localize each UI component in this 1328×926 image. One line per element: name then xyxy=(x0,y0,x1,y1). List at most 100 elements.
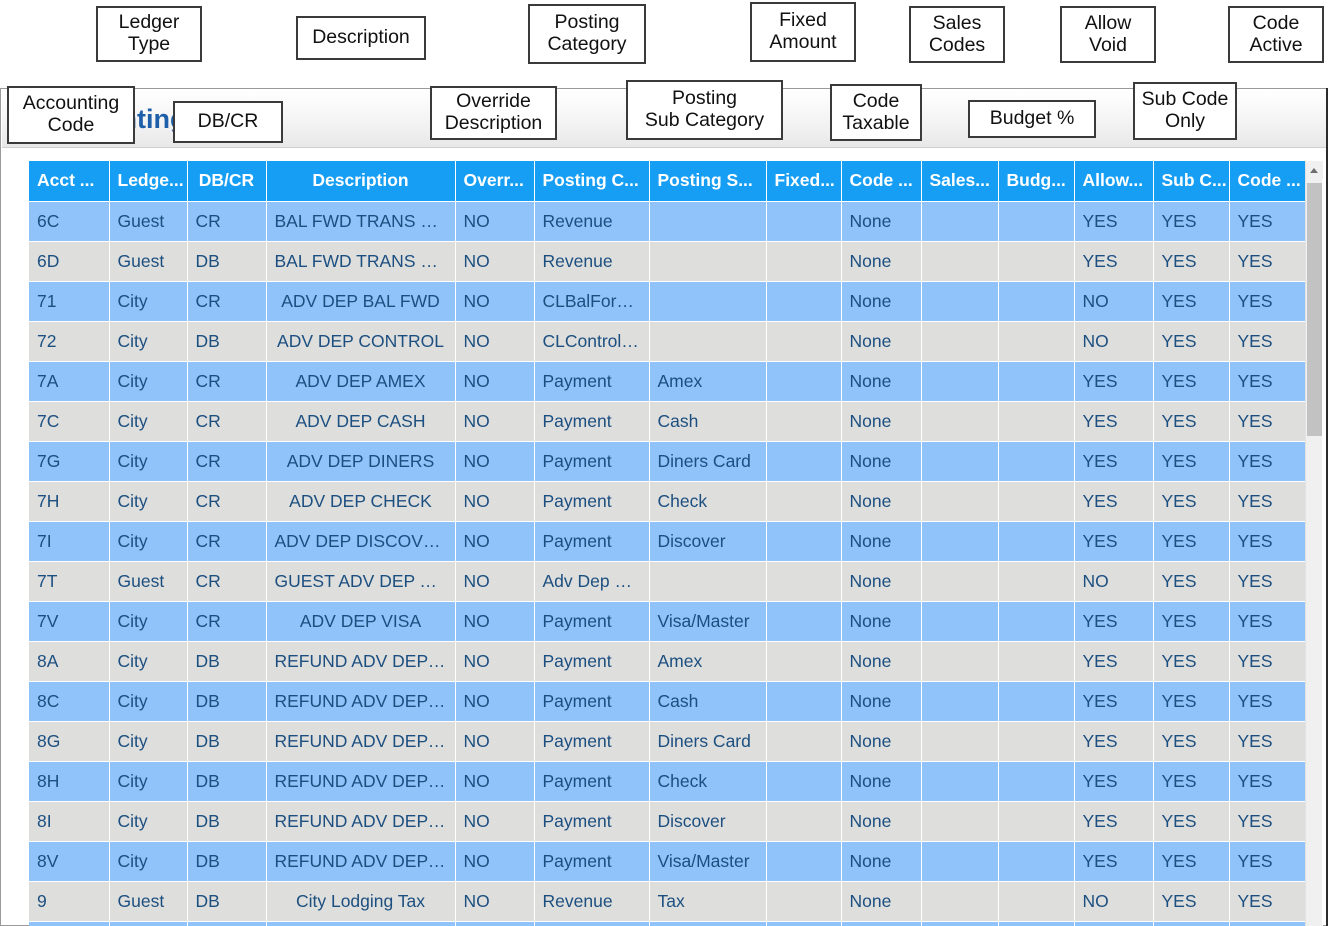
cell-fixed[interactable] xyxy=(766,441,842,482)
cell-postsub[interactable] xyxy=(649,241,767,282)
cell-fixed[interactable] xyxy=(766,481,842,522)
cell-desc[interactable]: ADV DEP DISCOVER xyxy=(266,521,456,562)
cell-acct[interactable]: 9 xyxy=(29,881,110,922)
cell-dbcr[interactable]: DB xyxy=(187,841,267,882)
cell-ledger[interactable]: City xyxy=(109,801,188,842)
cell-fixed[interactable] xyxy=(766,841,842,882)
cell-subcode[interactable]: YES xyxy=(1153,361,1230,402)
column-header-codetax[interactable]: Code ... xyxy=(841,161,922,202)
cell-codeactive[interactable]: YES xyxy=(1229,601,1307,642)
cell-allowvoid[interactable]: NO xyxy=(1074,281,1154,322)
cell-sales[interactable] xyxy=(921,441,999,482)
cell-fixed[interactable] xyxy=(766,281,842,322)
cell-acct[interactable]: 6C xyxy=(29,201,110,242)
cell-codeactive[interactable]: YES xyxy=(1229,441,1307,482)
column-header-override[interactable]: Overr... xyxy=(455,161,535,202)
cell-postcat[interactable]: Payment xyxy=(534,401,650,442)
cell-desc[interactable]: City Lodging Tax xyxy=(266,881,456,922)
cell-acct[interactable]: 71 xyxy=(29,281,110,322)
cell-subcode[interactable]: YES xyxy=(1153,441,1230,482)
cell-ledger[interactable]: City xyxy=(109,601,188,642)
cell-sales[interactable] xyxy=(921,481,999,522)
cell-fixed[interactable] xyxy=(766,761,842,802)
cell-codeactive[interactable]: YES xyxy=(1229,721,1307,762)
cell-acct[interactable]: 7I xyxy=(29,521,110,562)
vertical-scrollbar[interactable] xyxy=(1305,161,1323,926)
cell-override[interactable]: NO xyxy=(455,201,535,242)
cell-postcat[interactable]: Payment xyxy=(534,761,650,802)
cell-dbcr[interactable]: DB xyxy=(187,801,267,842)
cell-acct[interactable]: 7A xyxy=(29,361,110,402)
cell-allowvoid[interactable]: YES xyxy=(1074,761,1154,802)
cell-postcat[interactable]: CLBalForward xyxy=(534,281,650,322)
cell-budget[interactable] xyxy=(998,201,1075,242)
cell-allowvoid[interactable]: NO xyxy=(1074,881,1154,922)
cell-desc[interactable]: BAL FWD TRANS CR... xyxy=(266,201,456,242)
table-row[interactable]: 9 Guest DB City Lodging Tax NO Revenue Tax None… xyxy=(29,881,1307,922)
cell-codetax[interactable]: None xyxy=(841,601,922,642)
cell-ledger[interactable]: City xyxy=(109,681,188,722)
cell-override[interactable]: NO xyxy=(455,721,535,762)
cell-allowvoid[interactable]: YES xyxy=(1074,681,1154,722)
column-header-subcode[interactable]: Sub C... xyxy=(1153,161,1230,202)
cell-dbcr[interactable]: CR xyxy=(187,201,267,242)
cell-sales[interactable] xyxy=(921,601,999,642)
cell-budget[interactable] xyxy=(998,801,1075,842)
cell-sales[interactable] xyxy=(921,521,999,562)
cell-allowvoid[interactable]: YES xyxy=(1074,841,1154,882)
table-row[interactable]: 8H City DB REFUND ADV DEP C... NO Payment Chec… xyxy=(29,761,1307,802)
cell-codeactive[interactable] xyxy=(1229,921,1307,926)
cell-acct[interactable]: 8A xyxy=(29,641,110,682)
cell-subcode[interactable] xyxy=(1153,921,1230,926)
cell-budget[interactable] xyxy=(998,721,1075,762)
cell-sales[interactable] xyxy=(921,801,999,842)
cell-budget[interactable] xyxy=(998,481,1075,522)
cell-ledger[interactable]: City xyxy=(109,481,188,522)
cell-budget[interactable] xyxy=(998,521,1075,562)
cell-postcat[interactable]: Payment xyxy=(534,601,650,642)
cell-fixed[interactable] xyxy=(766,401,842,442)
cell-budget[interactable] xyxy=(998,401,1075,442)
cell-fixed[interactable] xyxy=(766,681,842,722)
cell-budget[interactable] xyxy=(998,561,1075,602)
cell-codetax[interactable]: None xyxy=(841,761,922,802)
cell-allowvoid[interactable]: YES xyxy=(1074,201,1154,242)
cell-postsub[interactable] xyxy=(649,281,767,322)
cell-allowvoid[interactable]: YES xyxy=(1074,801,1154,842)
cell-override[interactable]: NO xyxy=(455,321,535,362)
cell-codetax[interactable] xyxy=(841,921,922,926)
cell-codetax[interactable]: None xyxy=(841,881,922,922)
cell-override[interactable]: NO xyxy=(455,841,535,882)
cell-postsub[interactable]: Check xyxy=(649,761,767,802)
cell-budget[interactable] xyxy=(998,321,1075,362)
cell-allowvoid[interactable]: YES xyxy=(1074,241,1154,282)
cell-override[interactable] xyxy=(455,921,535,926)
cell-postcat[interactable]: Payment xyxy=(534,641,650,682)
cell-sales[interactable] xyxy=(921,761,999,802)
cell-budget[interactable] xyxy=(998,361,1075,402)
scroll-up-arrow-icon[interactable] xyxy=(1306,161,1323,179)
cell-codeactive[interactable]: YES xyxy=(1229,401,1307,442)
cell-subcode[interactable]: YES xyxy=(1153,801,1230,842)
table-row[interactable]: 72 City DB ADV DEP CONTROL NO CLControlAc... N… xyxy=(29,321,1307,362)
cell-acct[interactable]: 8V xyxy=(29,841,110,882)
cell-postcat[interactable]: Revenue xyxy=(534,201,650,242)
cell-codeactive[interactable]: YES xyxy=(1229,241,1307,282)
cell-override[interactable]: NO xyxy=(455,561,535,602)
cell-acct[interactable]: 7V xyxy=(29,601,110,642)
cell-acct[interactable]: 7G xyxy=(29,441,110,482)
cell-allowvoid[interactable]: YES xyxy=(1074,641,1154,682)
cell-codeactive[interactable]: YES xyxy=(1229,481,1307,522)
cell-override[interactable]: NO xyxy=(455,761,535,802)
cell-allowvoid[interactable]: YES xyxy=(1074,601,1154,642)
cell-override[interactable]: NO xyxy=(455,361,535,402)
cell-ledger[interactable]: City xyxy=(109,281,188,322)
cell-postsub[interactable]: Cash xyxy=(649,681,767,722)
table-row[interactable]: 8I City DB REFUND ADV DEP D... NO Payment Disc… xyxy=(29,801,1307,842)
cell-dbcr[interactable]: CR xyxy=(187,361,267,402)
cell-ledger[interactable]: City xyxy=(109,361,188,402)
cell-desc[interactable]: BAL FWD TRANS DE... xyxy=(266,241,456,282)
cell-postcat[interactable]: Revenue xyxy=(534,881,650,922)
cell-sales[interactable] xyxy=(921,721,999,762)
cell-codetax[interactable]: None xyxy=(841,481,922,522)
